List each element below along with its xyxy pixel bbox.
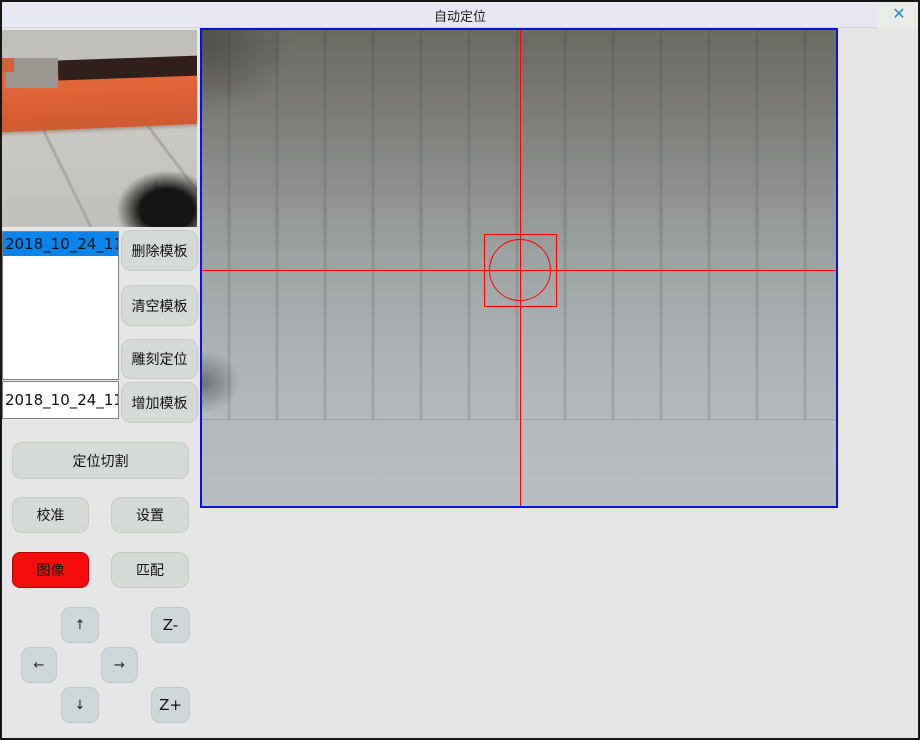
match-button[interactable]: 匹配 <box>111 552 189 588</box>
engrave-position-button[interactable]: 雕刻定位 <box>121 339 198 379</box>
delete-template-button[interactable]: 删除模板 <box>121 230 198 271</box>
jog-up-button[interactable]: ↑ <box>61 607 99 643</box>
template-preview-image <box>2 30 197 227</box>
auto-position-dialog: 自动定位 ✕ 2018_10_24_11 删除模板 清空模板 雕刻定位 增加模板… <box>0 0 920 740</box>
position-cut-button[interactable]: 定位切割 <box>12 442 189 479</box>
jog-right-button[interactable]: → <box>101 647 138 683</box>
camera-view[interactable] <box>200 28 838 508</box>
close-button[interactable]: ✕ <box>878 0 920 28</box>
clear-templates-button[interactable]: 清空模板 <box>121 285 198 326</box>
calibrate-button[interactable]: 校准 <box>12 497 89 533</box>
template-list-item[interactable]: 2018_10_24_11 <box>3 232 118 256</box>
close-icon: ✕ <box>892 4 905 23</box>
match-region-circle <box>489 239 551 301</box>
titlebar: 自动定位 ✕ <box>0 0 920 28</box>
settings-button[interactable]: 设置 <box>111 497 189 533</box>
down-arrow-icon: ↓ <box>75 698 86 713</box>
preview-dark-blob <box>117 171 197 227</box>
up-arrow-icon: ↑ <box>75 618 86 633</box>
template-list[interactable]: 2018_10_24_11 <box>2 231 119 380</box>
image-button[interactable]: 图像 <box>12 552 89 588</box>
window-title: 自动定位 <box>0 6 920 25</box>
template-name-input[interactable] <box>2 381 119 419</box>
jog-down-button[interactable]: ↓ <box>61 687 99 723</box>
preview-orange-corner <box>2 58 14 72</box>
jog-z-plus-button[interactable]: Z+ <box>151 687 190 723</box>
right-arrow-icon: → <box>114 658 125 673</box>
jog-left-button[interactable]: ← <box>21 647 57 683</box>
add-template-button[interactable]: 增加模板 <box>121 382 198 423</box>
left-arrow-icon: ← <box>34 658 45 673</box>
jog-z-minus-button[interactable]: Z- <box>151 607 190 643</box>
